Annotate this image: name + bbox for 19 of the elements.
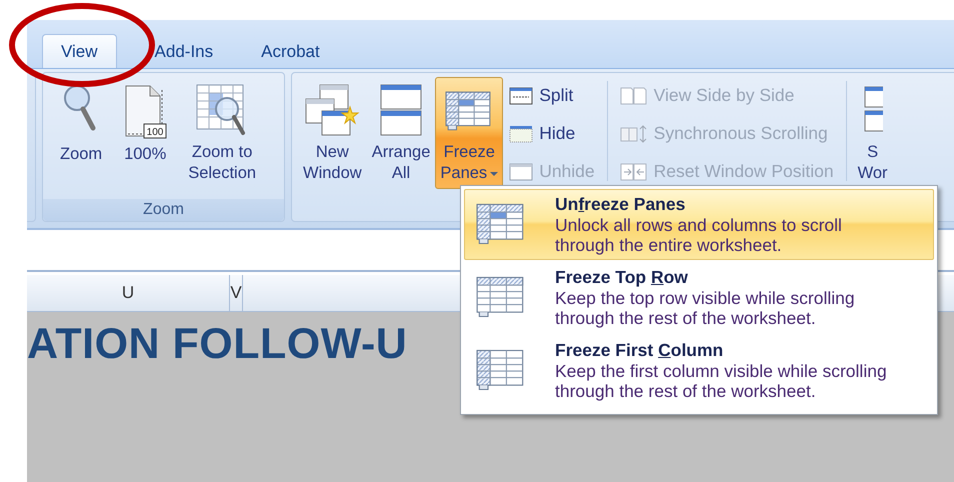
ribbon-button[interactable]: Split (507, 77, 597, 114)
ribbon-button[interactable]: New Window (298, 77, 367, 189)
menu-item[interactable]: Freeze First Column Keep the first column visible while scrolling through the rest of the worksheet. (464, 335, 934, 406)
menu-item[interactable]: Unfreeze Panes Unlock all rows and columns to scroll through the entire worksheet. (464, 189, 934, 260)
menu-item[interactable]: Freeze Top Row Keep the top row visible while scrolling through the rest of the worksheet. (464, 262, 934, 333)
ribbon-button[interactable]: Zoom (55, 77, 108, 189)
ribbon-tab[interactable]: Add-Ins (136, 34, 232, 68)
ribbon-tab[interactable]: View (42, 34, 117, 68)
ribbon-button[interactable]: Freeze Panes (435, 77, 504, 189)
ribbon-button[interactable]: Hide (507, 115, 597, 152)
ribbon-tab[interactable]: Acrobat (243, 34, 338, 68)
group-label: Zoom (43, 199, 284, 221)
zoom-level-label: 100 (146, 127, 164, 138)
ribbon-button[interactable]: 100 100% (117, 77, 174, 189)
sheet-title: ATION FOLLOW-U (27, 320, 408, 369)
ribbon-button[interactable]: Arrange All (366, 77, 436, 189)
column-header: U (27, 275, 230, 311)
column-header: V (230, 275, 243, 311)
ribbon-button[interactable]: Zoom to Selection (183, 77, 262, 189)
